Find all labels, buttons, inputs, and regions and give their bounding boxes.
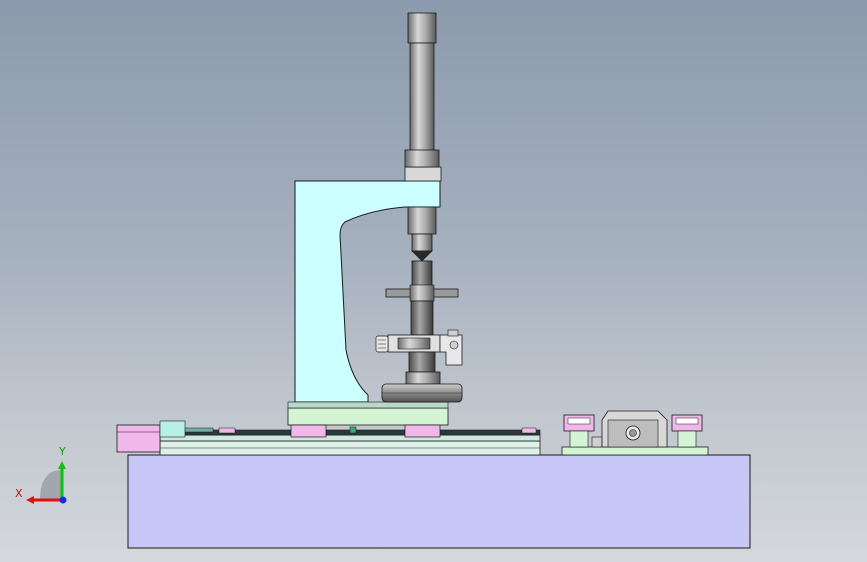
z-axis-dot [59, 496, 67, 504]
x-axis-label: X [15, 487, 23, 500]
cad-model-view[interactable]: X Y [0, 0, 867, 562]
lower-tooling-column[interactable] [385, 260, 459, 336]
y-axis-arrowhead [58, 461, 66, 469]
right-slide-block-right[interactable] [671, 414, 703, 448]
workpiece-disc[interactable] [381, 383, 463, 403]
coordinate-triad: X Y [15, 445, 67, 504]
cad-viewport[interactable]: X Y [0, 0, 867, 562]
y-axis-label: Y [58, 445, 66, 458]
workpiece-holder[interactable] [405, 351, 441, 385]
x-axis-arrowhead [26, 496, 34, 504]
ram-cylinder[interactable] [404, 12, 440, 262]
clamp-knob[interactable] [375, 335, 389, 353]
base-block[interactable] [127, 454, 751, 549]
triad-plane-shading [40, 470, 62, 500]
right-slide-block-left[interactable] [563, 414, 595, 448]
